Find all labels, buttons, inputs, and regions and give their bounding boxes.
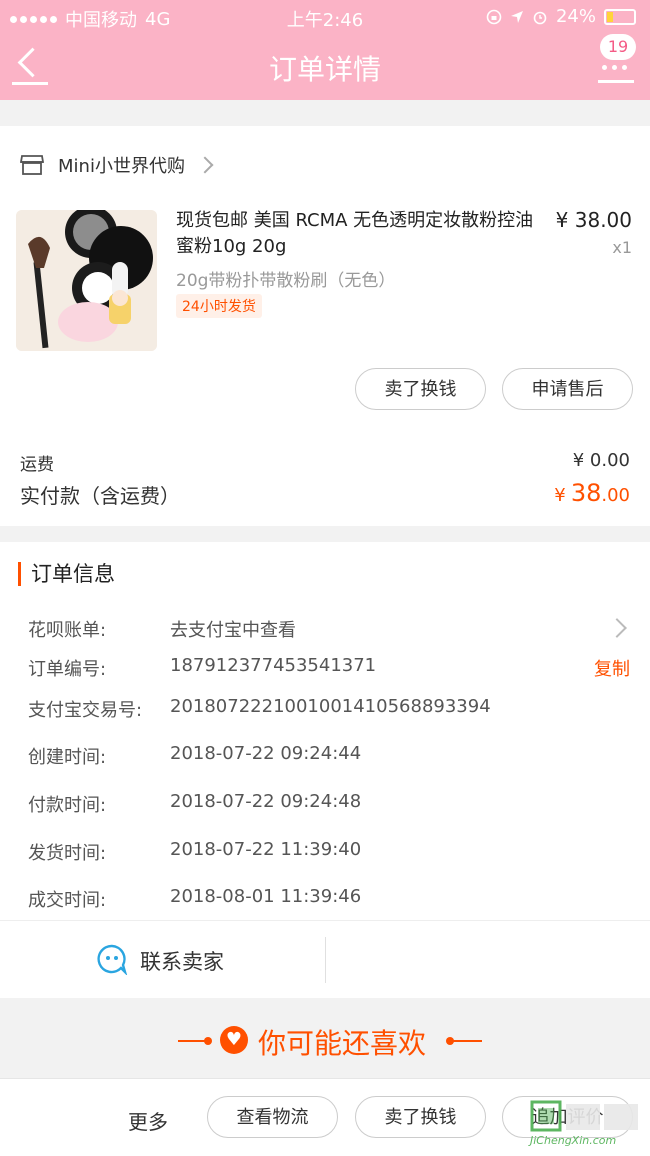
paid-integer: 38 <box>570 479 602 507</box>
paid-time-row: 付款时间: 2018-07-22 09:24:48 <box>28 791 628 821</box>
shop-link[interactable]: Mini小世界代购 <box>20 152 214 178</box>
page-title: 订单详情 <box>268 53 381 86</box>
lock-rotation-icon <box>486 9 502 24</box>
shipping-label: 运费 <box>20 455 54 475</box>
product-price: ¥ 38.00 <box>555 208 632 232</box>
recommend-title: 你可能还喜欢 <box>258 1027 427 1060</box>
order-number-row: 订单编号: 187912377453541371 <box>28 655 628 685</box>
info-value: 去支付宝中查看 <box>170 620 296 641</box>
info-value: 2018072221001001410568893394 <box>170 696 491 717</box>
alarm-icon <box>533 11 547 24</box>
order-info-card: 订单信息 花呗账单: 去支付宝中查看 订单编号: 187912377453541… <box>0 542 650 920</box>
sell-bottom-button[interactable]: 卖了换钱 <box>355 1096 486 1138</box>
created-time-row: 创建时间: 2018-07-22 09:24:44 <box>28 743 628 773</box>
info-key: 订单编号: <box>28 659 107 680</box>
view-logistics-button[interactable]: 查看物流 <box>207 1096 338 1138</box>
shipped-time-row: 发货时间: 2018-07-22 11:39:40 <box>28 839 628 869</box>
recommend-header: ♥ 你可能还喜欢 <box>0 1010 650 1072</box>
copy-button[interactable]: 复制 <box>594 655 630 681</box>
shipping-tag: 24小时发货 <box>176 294 262 318</box>
battery-percent: 24% <box>555 6 596 27</box>
paid-decimal: .00 <box>601 485 630 506</box>
info-value: 2018-07-22 11:39:40 <box>170 839 362 860</box>
product-card: Mini小世界代购 现货包邮 美国 RCMA 无色透明定妆散粉控油 蜜粉10g … <box>0 126 650 526</box>
info-key: 花呗账单: <box>28 620 107 641</box>
battery-icon <box>604 8 636 25</box>
completed-time-row: 成交时间: 2018-08-01 11:39:46 <box>28 886 628 916</box>
header: 中国移动 4G 上午2:46 24% 订单详情 19 <box>0 0 650 100</box>
watermark-logo: JiChengXin.com <box>526 1100 644 1150</box>
product-title[interactable]: 现货包邮 美国 RCMA 无色透明定妆散粉控油 蜜粉10g 20g <box>176 208 546 260</box>
info-key: 支付宝交易号: <box>28 700 143 721</box>
order-info-title: 订单信息 <box>18 562 115 586</box>
info-key: 发货时间: <box>28 843 107 864</box>
store-icon <box>20 155 44 175</box>
location-icon <box>510 10 523 23</box>
paid-amount: ¥ 38.00 <box>554 479 630 507</box>
heart-icon: ♥ <box>220 1026 248 1054</box>
contact-bar: 联系卖家 <box>0 920 650 998</box>
more-button[interactable]: 更多 <box>128 1106 168 1135</box>
contact-seller-label: 联系卖家 <box>140 950 224 974</box>
watermark-text: JiChengXin.com <box>530 1134 617 1147</box>
sell-button[interactable]: 卖了换钱 <box>355 368 486 410</box>
more-menu-button[interactable]: 19 <box>596 34 636 86</box>
info-value: 2018-07-22 09:24:44 <box>170 743 362 764</box>
product-sku: 20g带粉扑带散粉刷（无色） <box>176 271 396 291</box>
shop-name: Mini小世界代购 <box>58 156 185 177</box>
product-image[interactable] <box>16 210 157 351</box>
info-value: 187912377453541371 <box>170 655 377 676</box>
contact-seller-button[interactable]: 联系卖家 <box>0 921 325 998</box>
info-key: 付款时间: <box>28 795 107 816</box>
trade-number-row: 支付宝交易号: 2018072221001001410568893394 <box>28 696 628 726</box>
product-quantity: x1 <box>612 238 632 257</box>
paid-label: 实付款（含运费） <box>20 484 180 508</box>
shipping-value: ¥ 0.00 <box>572 450 630 471</box>
huabei-row[interactable]: 花呗账单: 去支付宝中查看 <box>28 616 628 646</box>
after-sale-button[interactable]: 申请售后 <box>502 368 633 410</box>
info-value: 2018-08-01 11:39:46 <box>170 886 362 907</box>
info-value: 2018-07-22 09:24:48 <box>170 791 362 812</box>
info-key: 创建时间: <box>28 747 107 768</box>
status-bar: 中国移动 4G 上午2:46 24% <box>0 0 650 34</box>
paid-currency: ¥ <box>554 485 566 506</box>
chevron-right-icon <box>196 156 214 174</box>
more-dots-icon <box>602 65 627 70</box>
message-badge: 19 <box>600 34 636 60</box>
info-key: 成交时间: <box>28 890 107 911</box>
chat-bubble-icon <box>97 944 128 975</box>
